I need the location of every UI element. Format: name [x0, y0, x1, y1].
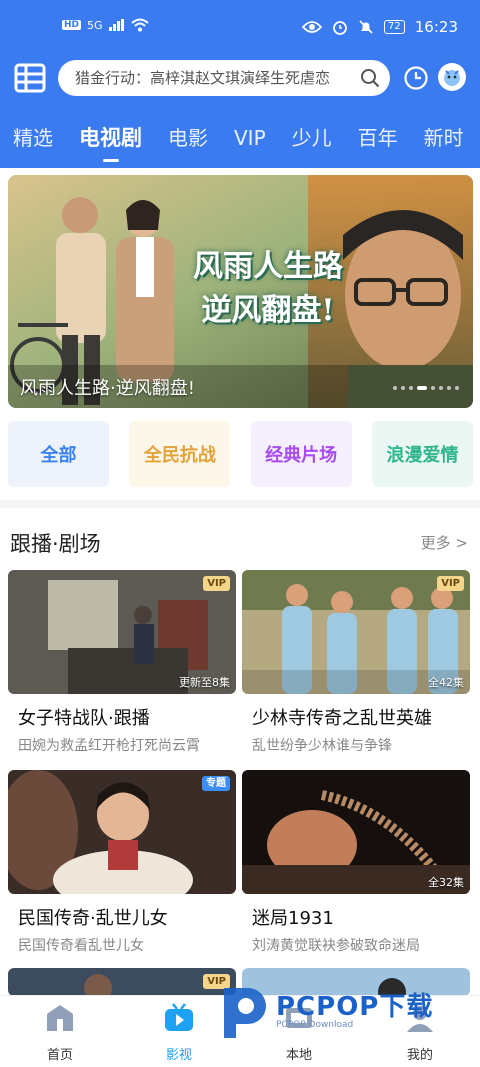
search-input[interactable]: 猎金行动：高梓淇赵文琪演绎生死虐恋 — [58, 60, 390, 96]
more-link[interactable]: 更多 > — [421, 532, 468, 553]
card-thumbnail: 专题 — [8, 770, 236, 894]
vip-badge: VIP — [203, 576, 230, 591]
drama-card[interactable]: 专题 民国传奇·乱世儿女 民国传奇看乱世儿女 — [8, 770, 236, 955]
wifi-icon — [130, 18, 149, 32]
card-subtitle: 田婉为救孟红开枪打死尚云霄 — [18, 738, 200, 754]
carousel-dot[interactable] — [447, 386, 451, 390]
nav-home[interactable]: 首页 — [20, 1002, 100, 1063]
section-divider — [0, 500, 480, 508]
category-war-button[interactable]: 全民抗战 — [129, 421, 231, 487]
history-clock-icon[interactable] — [403, 65, 429, 91]
drama-card[interactable]: VIP — [8, 968, 236, 996]
watermark-text: PCPOP下载 — [276, 992, 434, 1022]
active-tab-indicator — [102, 159, 119, 162]
status-bar: HD 5G 72 16:23 — [0, 0, 480, 52]
header: HD 5G 72 16:23 猎金行动：高梓淇赵文琪演绎生死虐恋 精选 电视剧 … — [0, 0, 480, 168]
category-menu-icon[interactable] — [14, 62, 46, 94]
carousel-dot[interactable] — [431, 386, 435, 390]
carousel-dot[interactable] — [439, 386, 443, 390]
carousel-dot[interactable] — [455, 386, 459, 390]
carousel-dot[interactable] — [401, 386, 405, 390]
category-classic-button[interactable]: 经典片场 — [250, 421, 352, 487]
tv-icon — [165, 1003, 193, 1031]
category-romance-button[interactable]: 浪漫爱情 — [371, 421, 473, 487]
card-subtitle: 刘涛黄觉联袂参破致命迷局 — [252, 938, 420, 954]
card-thumbnail: VIP 更新至8集 — [8, 570, 236, 694]
card-subtitle: 民国传奇看乱世儿女 — [18, 938, 144, 954]
card-title: 迷局1931 — [252, 908, 334, 929]
hd-badge: HD — [62, 20, 82, 30]
home-icon — [47, 1005, 73, 1031]
status-right: 72 16:23 — [302, 18, 458, 36]
card-thumbnail: VIP — [8, 968, 236, 996]
search-placeholder: 猎金行动：高梓淇赵文琪演绎生死虐恋 — [75, 69, 331, 87]
nav-local-label: 本地 — [285, 1048, 312, 1063]
app-screen: HD 5G 72 16:23 猎金行动：高梓淇赵文琪演绎生死虐恋 精选 电视剧 … — [0, 0, 480, 1067]
category-shortcuts: 全部 全民抗战 经典片场 浪漫爱情 — [8, 421, 473, 487]
drama-card[interactable]: VIP 全42集 少林寺传奇之乱世英雄 乱世纷争少林谁与争锋 — [242, 570, 470, 755]
vip-badge: VIP — [437, 576, 464, 591]
tab-centennial[interactable]: 百年 — [345, 118, 411, 162]
hero-banner[interactable]: 风雨人生路 逆风翻盘! 风雨人生路·逆风翻盘! — [8, 175, 473, 408]
card-thumbnail: 全32集 — [242, 770, 470, 894]
tab-featured[interactable]: 精选 — [0, 118, 66, 162]
nav-video[interactable]: 影视 — [139, 1002, 219, 1063]
tab-kids[interactable]: 少儿 — [279, 118, 345, 162]
nav-profile-label: 我的 — [406, 1048, 433, 1063]
top-bar: 猎金行动：高梓淇赵文琪演绎生死虐恋 — [0, 56, 480, 102]
mute-icon — [359, 20, 373, 34]
tab-vip[interactable]: VIP — [221, 118, 279, 162]
episode-count: 全32集 — [428, 876, 464, 889]
thumbnail-art — [8, 968, 236, 996]
watermark-p-icon — [224, 988, 266, 1038]
card-title: 女子特战队·跟播 — [18, 708, 150, 729]
nav-home-label: 首页 — [46, 1048, 73, 1063]
drama-card[interactable]: 全32集 迷局1931 刘涛黄觉联袂参破致命迷局 — [242, 770, 470, 955]
card-thumbnail: VIP 全42集 — [242, 570, 470, 694]
tab-new-era[interactable]: 新时 — [411, 118, 477, 162]
battery-indicator: 72 — [384, 20, 405, 34]
alarm-icon — [333, 21, 347, 35]
episode-count: 全42集 — [428, 676, 464, 689]
signal-label: 5G — [87, 18, 103, 32]
watermark-logo: PCPOP下载 PCPOP Download — [218, 980, 478, 1042]
banner-caption: 风雨人生路·逆风翻盘! — [20, 378, 195, 399]
carousel-dots — [393, 386, 459, 390]
section-title: 跟播·剧场 — [10, 532, 101, 556]
signal-icon — [108, 19, 124, 31]
clock-time: 16:23 — [414, 18, 458, 36]
tab-tv-series[interactable]: 电视剧 — [66, 118, 155, 162]
card-title: 民国传奇·乱世儿女 — [18, 908, 168, 929]
carousel-dot[interactable] — [409, 386, 413, 390]
watermark-subtext: PCPOP Download — [276, 1020, 354, 1030]
nav-video-label: 影视 — [165, 1048, 192, 1063]
card-title: 少林寺传奇之乱世英雄 — [252, 708, 432, 729]
channel-tabs: 精选 电视剧 电影 VIP 少儿 百年 新时 — [0, 118, 480, 162]
topic-badge: 专题 — [202, 776, 230, 791]
banner-art-title: 风雨人生路 逆风翻盘! — [193, 249, 343, 328]
carousel-dot-active[interactable] — [417, 386, 427, 390]
avatar[interactable] — [438, 63, 466, 91]
category-all-button[interactable]: 全部 — [8, 421, 109, 487]
search-icon[interactable] — [360, 68, 380, 88]
tab-movies[interactable]: 电影 — [155, 118, 221, 162]
status-left: HD 5G — [62, 18, 149, 32]
episode-count: 更新至8集 — [179, 676, 230, 689]
eye-icon — [302, 21, 323, 33]
card-subtitle: 乱世纷争少林谁与争锋 — [252, 738, 392, 754]
drama-card[interactable]: VIP 更新至8集 女子特战队·跟播 田婉为救孟红开枪打死尚云霄 — [8, 570, 236, 755]
carousel-dot[interactable] — [393, 386, 397, 390]
avatar-face-icon — [439, 64, 465, 90]
